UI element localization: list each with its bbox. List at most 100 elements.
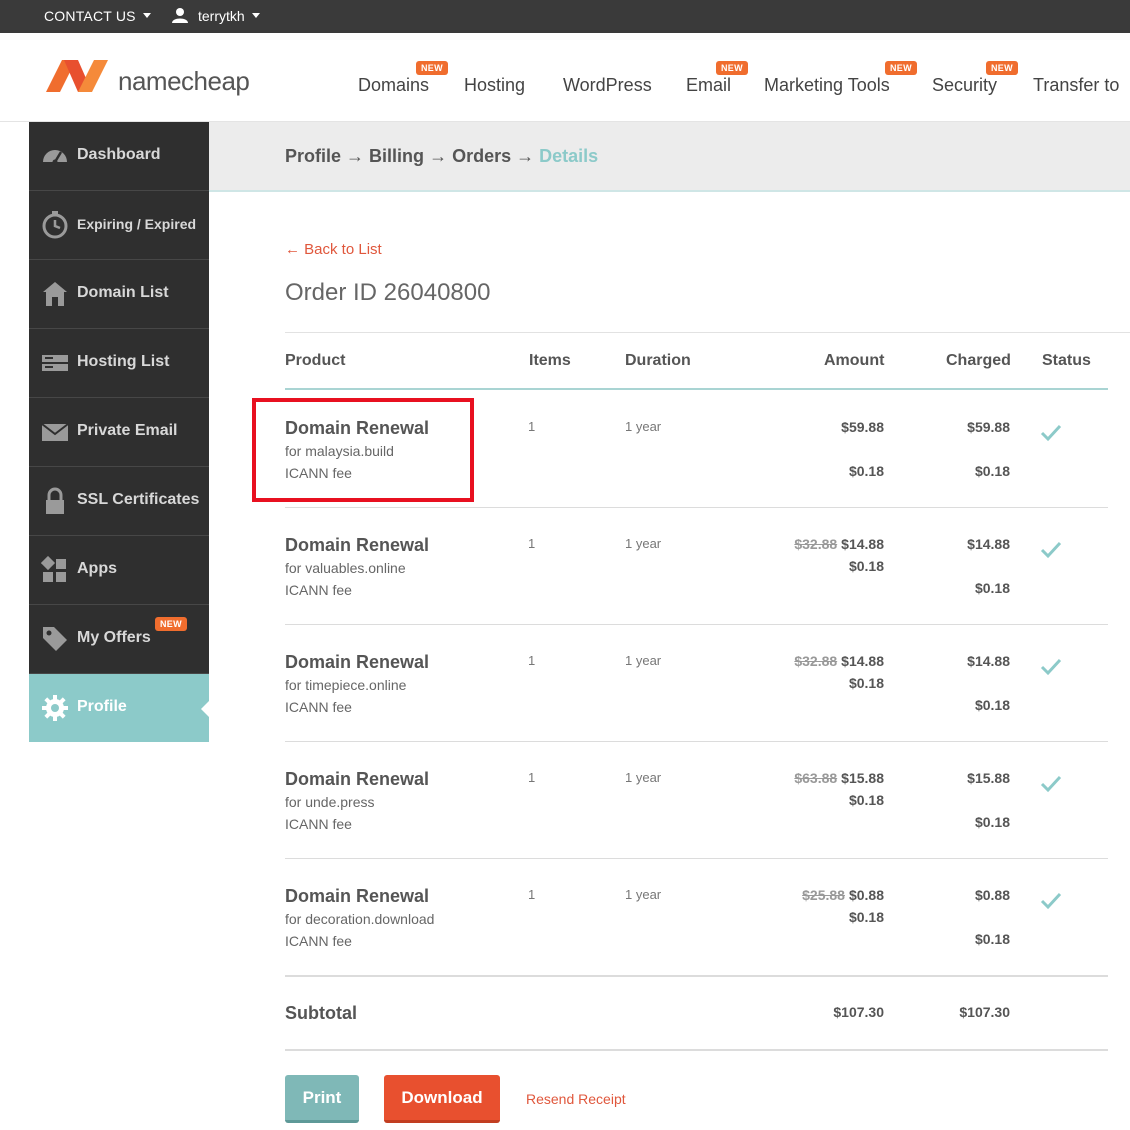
original-price: $32.88 [794,653,838,669]
breadcrumb-separator: → [429,146,448,166]
original-price: $63.88 [794,770,838,786]
new-badge: NEW [716,61,748,75]
page-title: Order ID 26040800 [285,279,491,306]
breadcrumb-bar: Profile → Billing → Orders → Details [209,122,1130,192]
username: terrytkh [198,8,245,24]
fee-amount: $0.18 [848,909,884,925]
download-button[interactable]: Download [384,1075,500,1123]
new-badge: NEW [986,61,1018,75]
charged-amount: $14.88 [967,536,1010,552]
contact-us-menu[interactable]: CONTACT US [44,8,151,24]
apps-icon [41,556,66,582]
duration: 1 year [625,653,662,668]
clock-icon [42,211,68,239]
duration: 1 year [625,419,662,434]
divider [285,1049,1108,1051]
product-name: Domain Renewal [285,769,430,789]
original-price: $32.88 [794,536,838,552]
sidebar: Dashboard Expiring / Expired Domain List… [29,122,209,742]
sidebar-item-domain-list[interactable]: Domain List [29,260,209,329]
site-header: namecheap Domains NEW Hosting WordPress … [0,33,1130,122]
divider [285,975,1108,977]
tag-icon [43,627,67,651]
sidebar-item-apps[interactable]: Apps [29,536,209,605]
fee-label: ICANN fee [285,816,352,832]
column-header-duration: Duration [625,352,691,369]
fee-label: ICANN fee [285,933,352,949]
fee-amount: $0.18 [848,558,884,574]
fee-label: ICANN fee [285,582,352,598]
gear-icon [42,695,68,721]
sidebar-item-label: Expiring / Expired [77,216,197,232]
item-count: 1 [528,419,536,434]
resend-receipt-link[interactable]: Resend Receipt [526,1091,626,1107]
sidebar-item-label: Dashboard [77,146,161,163]
table-row: Domain Renewal for unde.press ICANN fee … [285,741,1108,859]
column-header-items: Items [529,352,571,369]
nav-security[interactable]: Security [932,75,997,96]
charged-amount: $14.88 [967,653,1010,669]
sidebar-item-label: Hosting List [77,353,170,370]
nav-email[interactable]: Email [686,75,731,96]
price: $15.88 [841,770,884,786]
user-menu[interactable]: terrytkh [172,8,260,25]
back-to-list-link[interactable]: ← Back to List [285,241,382,258]
breadcrumb-orders[interactable]: Orders [452,146,511,166]
nav-marketing-tools[interactable]: Marketing Tools [764,75,890,96]
amount: $25.88 $0.88 [802,887,884,903]
sidebar-item-dashboard[interactable]: Dashboard [29,122,209,191]
print-button[interactable]: Print [285,1075,359,1123]
breadcrumb-separator: → [346,146,365,166]
charged-amount: $59.88 [967,419,1010,435]
breadcrumb-profile[interactable]: Profile [285,146,341,166]
column-header-amount: Amount [824,352,885,369]
amount: $59.88 [841,419,884,435]
duration: 1 year [625,887,662,902]
sidebar-item-ssl[interactable]: SSL Certificates [29,467,209,536]
charged-fee: $0.18 [974,931,1010,947]
top-bar: CONTACT US terrytkh [0,0,1130,33]
product-name: Domain Renewal [285,652,430,672]
item-count: 1 [528,653,536,668]
namecheap-logo-icon[interactable] [44,56,110,96]
divider [285,332,1130,333]
sidebar-item-hosting-list[interactable]: Hosting List [29,329,209,398]
product-name: Domain Renewal [285,886,430,906]
nav-label: Email [686,75,732,95]
nav-label: Security [932,75,998,95]
subtotal-label: Subtotal [285,1003,357,1023]
breadcrumb-separator: → [516,146,535,166]
nav-wordpress[interactable]: WordPress [563,75,652,96]
price: $14.88 [841,653,884,669]
item-count: 1 [528,887,536,902]
amount: $32.88 $14.88 [794,653,884,669]
sidebar-item-label: Private Email [77,422,178,439]
new-badge: NEW [416,61,448,75]
nav-transfer[interactable]: Transfer to [1033,75,1119,96]
charged-amount: $0.88 [974,887,1010,903]
table-row: Domain Renewal for valuables.online ICAN… [285,507,1108,625]
table-row: Domain Renewal for decoration.download I… [285,858,1108,975]
nav-domains[interactable]: Domains [358,75,429,96]
sidebar-item-private-email[interactable]: Private Email [29,398,209,467]
server-icon [42,355,68,371]
column-header-status: Status [1042,352,1091,369]
nav-label: Transfer to [1033,75,1120,95]
nav-hosting[interactable]: Hosting [464,75,525,96]
subtotal-amount: $107.30 [833,1004,884,1020]
sidebar-item-expiring[interactable]: Expiring / Expired [29,191,209,260]
column-header-product: Product [285,352,346,369]
table-row: Domain Renewal for timepiece.online ICAN… [285,624,1108,742]
breadcrumb-billing[interactable]: Billing [369,146,424,166]
price: $14.88 [841,536,884,552]
checkmark-icon [1040,658,1062,676]
sidebar-item-label: SSL Certificates [77,491,200,508]
sidebar-item-label: Apps [77,560,117,577]
price: $59.88 [841,419,884,435]
brand-name[interactable]: namecheap [118,66,250,97]
home-icon [43,282,67,306]
sidebar-item-label: Domain List [77,284,169,301]
sidebar-item-profile[interactable]: Profile [29,674,209,742]
product-name: Domain Renewal [285,535,430,555]
sidebar-item-my-offers[interactable]: My Offers NEW [29,605,209,674]
